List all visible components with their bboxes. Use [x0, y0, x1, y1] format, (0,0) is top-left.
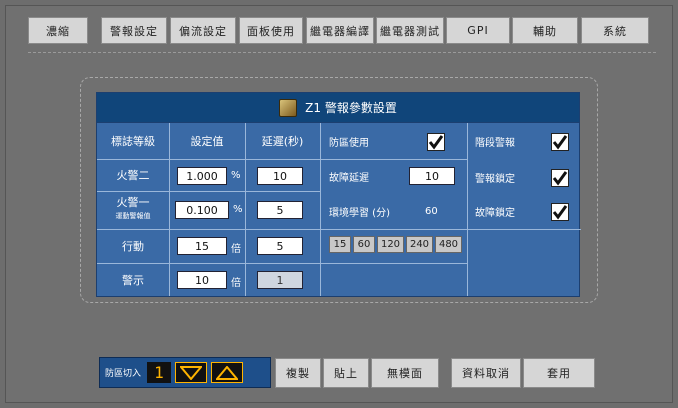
action-setting-input[interactable]: 15	[177, 237, 227, 255]
grid-line	[320, 229, 467, 230]
time-option-60[interactable]: 60	[353, 236, 375, 253]
grid-line	[97, 191, 320, 192]
grid-line	[320, 159, 467, 160]
tab-alarm-settings[interactable]: 警報設定	[101, 17, 167, 44]
warning-delay-input[interactable]: 1	[257, 271, 303, 289]
env-learn-label: 環境學習 (分)	[329, 207, 390, 219]
row-label-warning: 警示	[122, 274, 144, 287]
fault-latch-label: 故障鎖定	[475, 207, 515, 219]
tab-divider	[28, 52, 656, 53]
check-icon	[552, 135, 568, 150]
tab-gpi[interactable]: GPI	[446, 17, 510, 44]
fire1-delay-input[interactable]: 5	[257, 201, 303, 219]
warning-setting-input[interactable]: 10	[177, 271, 227, 289]
unit-label: %	[233, 204, 243, 215]
tab-concentration[interactable]: 濃縮	[28, 17, 88, 44]
panel-title-bar: Z1 警報參數設置	[97, 93, 579, 123]
tab-auxiliary[interactable]: 輔助	[512, 17, 578, 44]
unit-label: 倍	[231, 278, 241, 289]
row-label-fire2: 火警二	[116, 169, 150, 182]
unit-label: %	[231, 170, 241, 181]
grid-line	[320, 123, 321, 296]
row-sublabel-fire1: 運動警報值	[115, 212, 151, 220]
time-option-480[interactable]: 480	[435, 236, 462, 253]
tab-relay-edit[interactable]: 繼電器編譯	[306, 17, 374, 44]
time-option-15[interactable]: 15	[329, 236, 351, 253]
header-level: 標誌等級	[111, 135, 155, 148]
triangle-down-icon	[180, 365, 202, 380]
fault-delay-label: 故障延遲	[329, 172, 369, 184]
time-option-120[interactable]: 120	[377, 236, 404, 253]
unit-label: 倍	[231, 244, 241, 255]
triangle-up-icon	[216, 365, 238, 380]
alarm-latch-label: 警報鎖定	[475, 173, 515, 185]
check-icon	[552, 205, 568, 220]
apply-button[interactable]: 套用	[523, 358, 595, 388]
time-option-240[interactable]: 240	[406, 236, 433, 253]
stage-alarm-checkbox[interactable]	[551, 133, 569, 151]
copy-button[interactable]: 複製	[275, 358, 321, 388]
panel-title: Z1 警報參數設置	[305, 101, 397, 115]
alarm-parameter-panel: Z1 警報參數設置 標誌等級 設定值 延遲(秒) 火警二 1.000 % 10 …	[96, 92, 581, 297]
blank-button[interactable]: 無模面	[371, 358, 439, 388]
fault-latch-checkbox[interactable]	[551, 203, 569, 221]
fire2-setting-input[interactable]: 1.000	[177, 167, 227, 185]
zone-stepper-label: 防區切入	[105, 369, 142, 379]
fire2-delay-input[interactable]: 10	[257, 167, 303, 185]
grid-line	[467, 229, 581, 230]
check-icon	[552, 171, 568, 186]
cancel-button[interactable]: 資料取消	[451, 358, 521, 388]
paste-button[interactable]: 貼上	[323, 358, 369, 388]
stage-alarm-label: 階段警報	[475, 137, 515, 149]
grid-line	[467, 123, 468, 296]
zone-use-checkbox[interactable]	[427, 133, 445, 151]
fire1-setting-input[interactable]: 0.100	[175, 201, 229, 219]
alarm-latch-checkbox[interactable]	[551, 169, 569, 187]
header-delay: 延遲(秒)	[261, 135, 304, 148]
increment-button[interactable]	[211, 362, 243, 383]
action-delay-input[interactable]: 5	[257, 237, 303, 255]
row-label-action: 行動	[122, 240, 144, 253]
tab-panel-use[interactable]: 面板使用	[239, 17, 303, 44]
env-learn-value: 60	[425, 205, 438, 217]
tab-system[interactable]: 系統	[581, 17, 649, 44]
decrement-button[interactable]	[175, 362, 207, 383]
settings-icon	[279, 98, 298, 117]
tab-relay-test[interactable]: 繼電器測試	[376, 17, 444, 44]
header-setting: 設定值	[190, 135, 224, 148]
tab-drift-settings[interactable]: 偏流設定	[170, 17, 236, 44]
grid-line	[320, 263, 467, 264]
zone-number: 1	[147, 362, 171, 383]
zone-use-label: 防區使用	[329, 137, 369, 149]
fault-delay-input[interactable]: 10	[409, 167, 455, 185]
zone-stepper: 防區切入 1	[99, 357, 271, 388]
check-icon	[428, 135, 444, 150]
